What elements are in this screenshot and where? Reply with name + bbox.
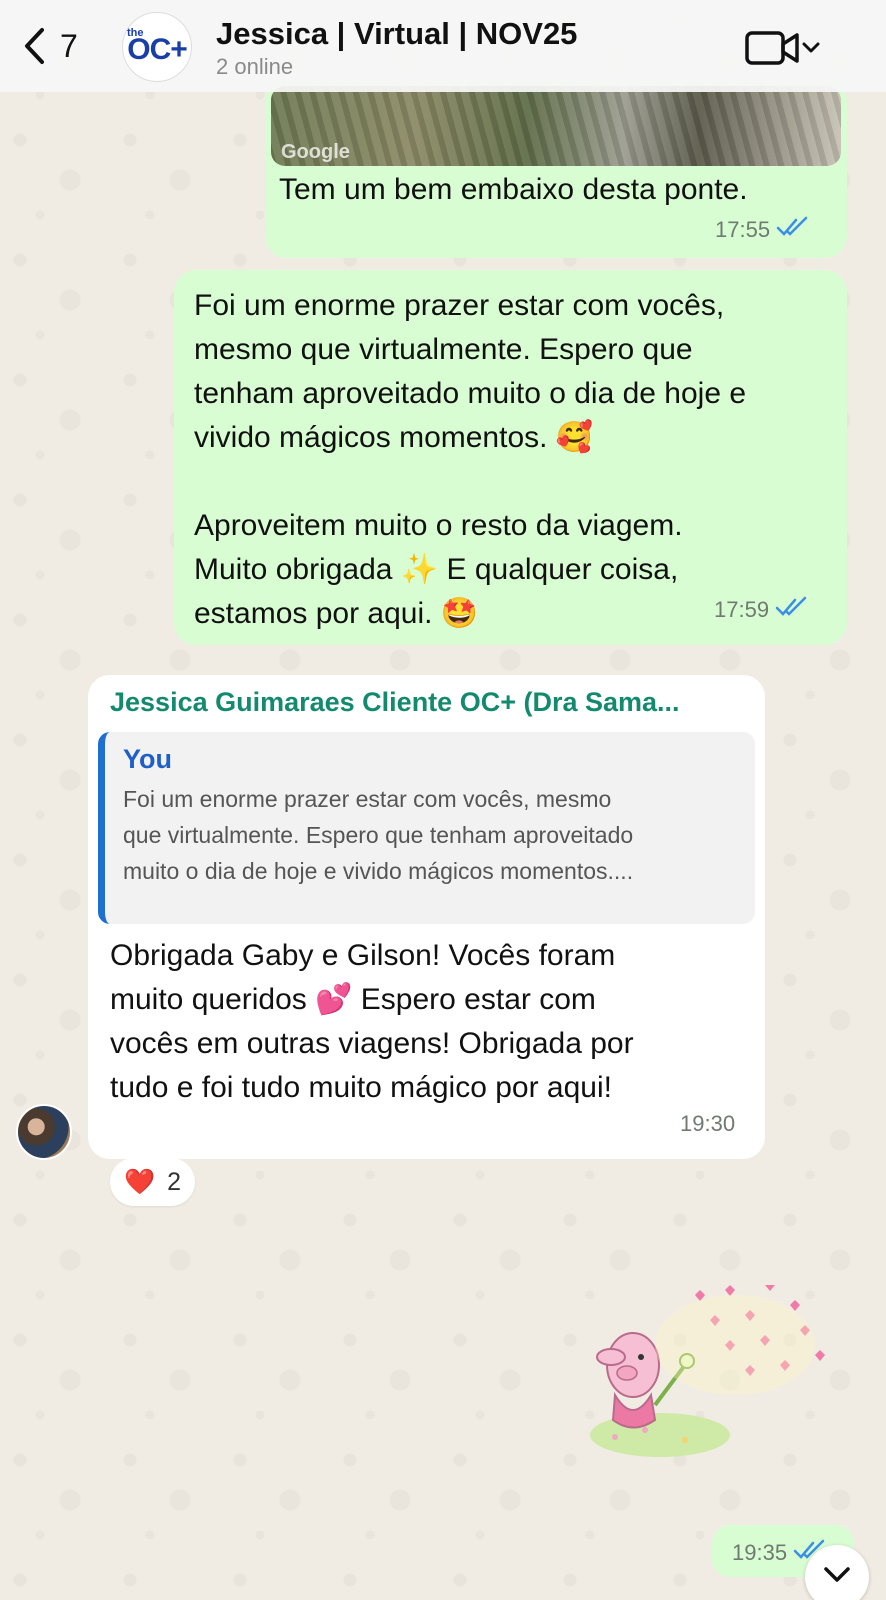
message-meta: 17:59	[714, 596, 809, 624]
pink-piglet-sticker[interactable]	[585, 1280, 835, 1480]
double-check-icon	[770, 216, 810, 244]
message-bubble-incoming[interactable]: Jessica Guimaraes Cliente OC+ (Dra Sama.…	[88, 675, 765, 1159]
reaction-count: 2	[167, 1167, 182, 1196]
sender-name[interactable]: Jessica Guimaraes Cliente OC+ (Dra Sama.…	[110, 687, 743, 718]
unread-count: 7	[60, 27, 78, 64]
message-time: 17:59	[714, 597, 770, 622]
heart-reaction-icon: ❤️	[124, 1167, 156, 1196]
chat-title[interactable]: Jessica | Virtual | NOV25	[216, 16, 577, 52]
message-meta: 19:30	[680, 1111, 735, 1137]
message-line: Foi um enorme prazer estar com vocês,	[194, 289, 725, 322]
map-preview-image[interactable]: Google	[271, 86, 841, 166]
scroll-to-bottom-button[interactable]	[805, 1545, 869, 1600]
message-line: vivido mágicos momentos. 🥰	[194, 421, 594, 454]
message-line: mesmo que virtualmente. Espero que	[194, 333, 693, 366]
message-line: tudo e foi tudo muito mágico por aqui!	[110, 1071, 612, 1104]
message-bubble-outgoing-location[interactable]: Google Tem um bem embaixo desta ponte. 1…	[265, 80, 847, 258]
quote-line: Foi um enorme prazer estar com vocês, me…	[123, 786, 612, 812]
video-camera-icon	[745, 30, 801, 71]
quote-line: muito o dia de hoje e vivido mágicos mom…	[123, 858, 634, 884]
message-line: Obrigada Gaby e Gilson! Vocês foram	[110, 939, 616, 972]
double-check-icon	[769, 596, 809, 624]
chevron-left-icon	[22, 26, 46, 66]
message-time: 19:30	[680, 1111, 736, 1136]
sender-avatar[interactable]	[16, 1104, 72, 1160]
video-call-button[interactable]	[745, 30, 821, 71]
chat-status: 2 online	[216, 54, 294, 79]
message-line: muito queridos 💕 Espero estar com	[110, 983, 596, 1016]
message-line: Aproveitem muito o resto da viagem.	[194, 509, 683, 542]
message-text: Tem um bem embaixo desta ponte.	[279, 173, 748, 206]
quote-line: que virtualmente. Espero que tenham apro…	[123, 822, 634, 848]
back-button[interactable]: 7	[22, 26, 78, 66]
message-line: Muito obrigada ✨ E qualquer coisa,	[194, 553, 679, 586]
chevron-down-icon	[823, 1566, 851, 1589]
quote-author: You	[123, 744, 172, 774]
message-meta: 17:55	[715, 216, 810, 244]
message-line-blank	[194, 460, 827, 504]
avatar-logo-small-text: the	[127, 27, 144, 39]
quoted-message[interactable]: You Foi um enorme prazer estar com vocês…	[98, 732, 755, 924]
message-bubble-outgoing[interactable]: Foi um enorme prazer estar com vocês, me…	[174, 270, 847, 645]
message-line: vocês em outras viagens! Obrigada por	[110, 1027, 634, 1060]
message-time: 17:55	[715, 217, 771, 242]
map-attribution: Google	[281, 141, 350, 163]
group-avatar[interactable]: the OC+	[122, 12, 192, 82]
message-time: 19:35	[732, 1540, 788, 1565]
chevron-down-icon	[801, 38, 821, 63]
chat-header: 7 the OC+ Jessica | Virtual | NOV25 2 on…	[0, 0, 886, 92]
reaction-badge[interactable]: ❤️ 2	[110, 1158, 196, 1206]
message-line: tenham aproveitado muito o dia de hoje e	[194, 377, 747, 410]
